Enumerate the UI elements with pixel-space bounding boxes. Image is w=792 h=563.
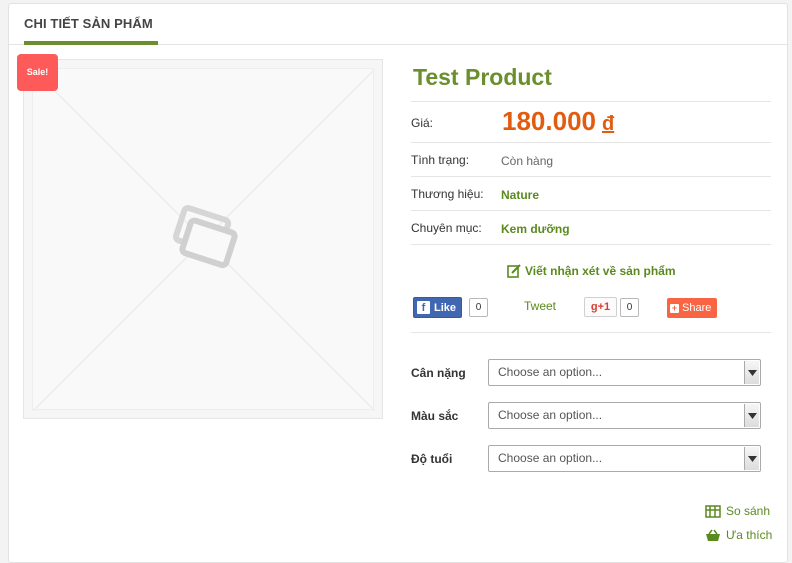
tab-header: CHI TIẾT SẢN PHẨM [9,4,787,45]
image-placeholder [32,68,375,411]
sale-badge: Sale! [17,54,58,91]
price-value: 180.000 đ [502,106,614,137]
share-label: Share [682,302,712,314]
google-plus-icon: g [590,301,598,313]
product-image[interactable] [23,59,383,419]
share-plus-icon: + [670,302,679,313]
edit-icon [507,264,521,278]
status-label: Tình trạng: [411,153,470,167]
brand-label: Thương hiệu: [411,187,484,201]
social-divider [411,332,771,333]
chevron-down-icon [744,404,759,427]
compare-link[interactable]: So sánh [705,504,770,518]
option-select-weight[interactable]: Choose an option... [488,359,761,386]
google-plus-count: 0 [620,298,639,317]
category-link[interactable]: Kem dưỡng [501,222,570,236]
option-label-weight: Cân nặng [411,366,466,380]
category-row: Chuyên mục: Kem dưỡng [411,210,771,244]
share-button[interactable]: + Share [667,298,717,318]
option-label-color: Màu sắc [411,409,459,423]
compare-label: So sánh [726,504,771,518]
placeholder-image-icon [33,69,375,411]
tab-active-indicator [24,41,158,45]
status-value: Còn hàng [501,154,554,168]
currency-symbol: đ [601,113,615,135]
option-select-weight-value: Choose an option... [498,365,603,379]
facebook-icon: f [417,301,430,314]
price-row: Giá: 180.000 đ [411,101,771,143]
wishlist-label: Ưa thích [726,528,773,542]
google-plus-label: +1 [597,301,611,313]
product-title: Test Product [413,64,552,90]
option-select-age[interactable]: Choose an option... [488,445,761,472]
google-plus-button[interactable]: g+1 [584,297,617,317]
status-row: Tình trạng: Còn hàng [411,142,771,176]
wishlist-link[interactable]: Ưa thích [705,528,772,542]
price-label: Giá: [411,116,434,130]
write-review-label: Viết nhận xét về sản phẩm [525,264,676,278]
facebook-like-label: Like [434,301,457,314]
option-select-age-value: Choose an option... [498,451,603,465]
brand-row: Thương hiệu: Nature [411,176,771,210]
info-divider [411,244,771,245]
brand-link[interactable]: Nature [501,188,539,202]
write-review-link[interactable]: Viết nhận xét về sản phẩm [507,264,676,278]
option-select-color[interactable]: Choose an option... [488,402,761,429]
chevron-down-icon [744,447,759,470]
basket-icon [706,529,720,541]
tweet-button[interactable]: Tweet [524,299,556,313]
product-detail-panel: CHI TIẾT SẢN PHẨM Sale! Test Product Giá… [8,3,788,563]
facebook-like-button[interactable]: f Like [413,297,462,318]
category-label: Chuyên mục: [411,221,482,235]
option-select-color-value: Choose an option... [498,408,603,422]
price-amount: 180.000 [502,106,596,136]
facebook-like-count: 0 [469,298,488,317]
compare-icon [705,504,721,518]
chevron-down-icon [744,361,759,384]
option-label-age: Độ tuổi [411,452,453,466]
